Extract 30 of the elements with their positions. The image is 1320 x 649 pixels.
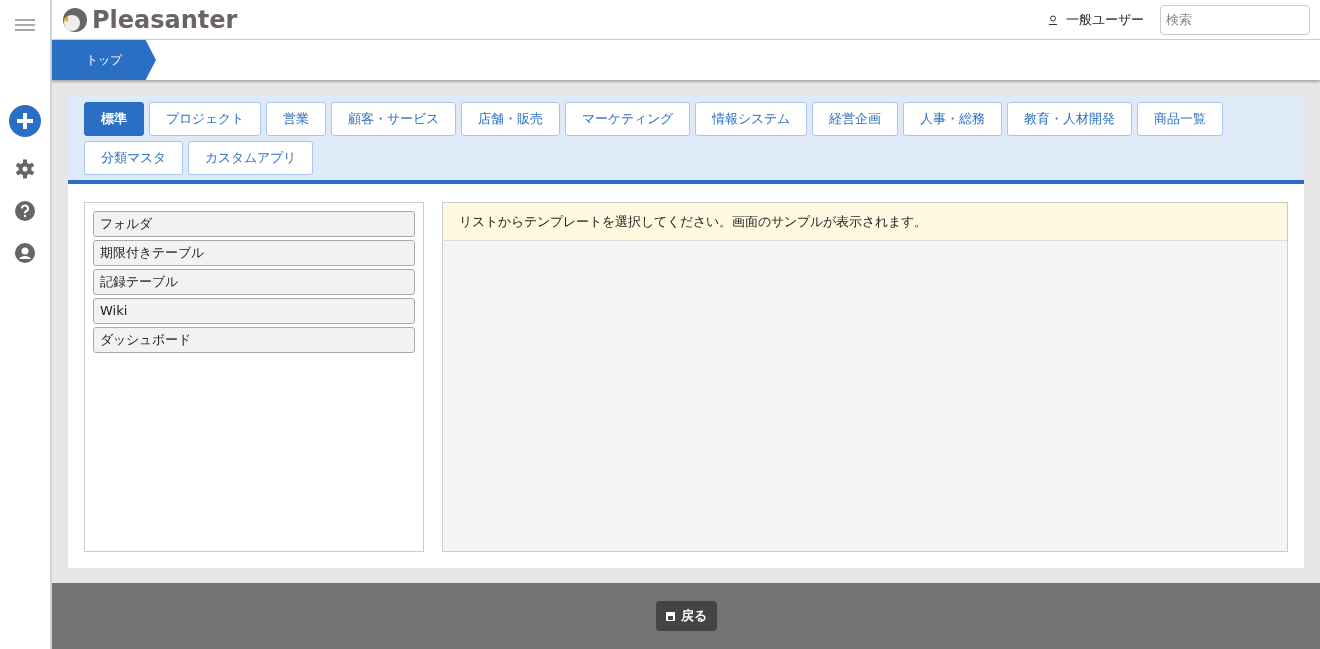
template-item[interactable]: フォルダ [93,211,415,237]
category-tab[interactable]: 顧客・サービス [331,102,456,136]
user-name[interactable]: 一般ユーザー [1066,9,1144,30]
template-item[interactable]: 期限付きテーブル [93,240,415,266]
search-field[interactable]: 検索 [1160,4,1310,35]
category-tab[interactable]: 店舗・販売 [461,102,560,136]
logo-text: Pleasanter [92,7,238,32]
template-item[interactable]: ダッシュボード [93,327,415,353]
template-item[interactable]: 記録テーブル [93,269,415,295]
user-icon[interactable] [15,243,35,263]
breadcrumb-link[interactable]: トップ [52,40,156,80]
template-item[interactable]: Wiki [93,298,415,324]
category-tab[interactable]: 経営企画 [812,102,898,136]
category-tab[interactable]: 標準 [84,102,144,136]
user-icon [1048,14,1058,25]
category-tab[interactable]: プロジェクト [149,102,261,136]
category-tab[interactable]: 教育・人材開発 [1007,102,1132,136]
add-icon[interactable] [9,105,41,137]
category-tab[interactable]: マーケティング [565,102,690,136]
save-icon [665,611,675,621]
help-icon[interactable] [15,201,35,221]
settings-icon[interactable] [15,159,35,179]
back-button[interactable]: 戻る [655,601,717,631]
category-tab[interactable]: 商品一覧 [1137,102,1223,136]
category-tab[interactable]: 人事・総務 [903,102,1002,136]
category-tab[interactable]: 情報システム [695,102,807,136]
info-message: リストからテンプレートを選択してください。画面のサンプルが表示されます。 [443,203,1287,241]
category-tab[interactable]: 営業 [266,102,326,136]
category-tab[interactable]: 分類マスタ [84,141,183,175]
category-tab[interactable]: カスタムアプリ [188,141,313,175]
